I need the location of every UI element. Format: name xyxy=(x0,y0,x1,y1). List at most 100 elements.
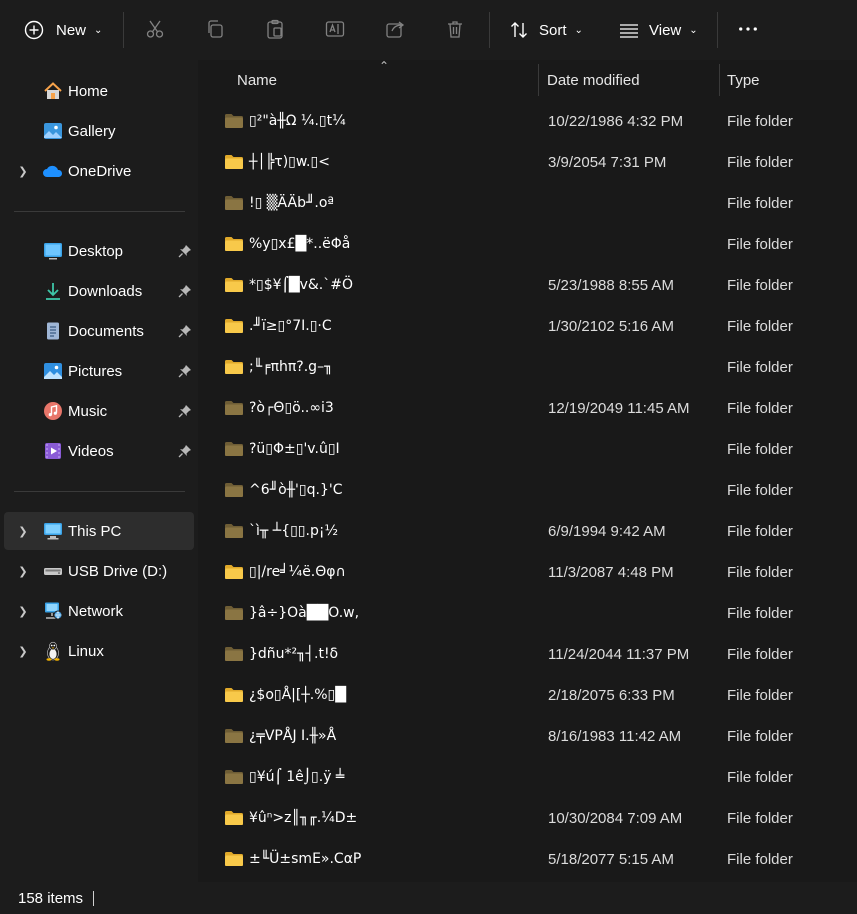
sidebar-item-label: Desktop xyxy=(68,242,124,260)
table-row[interactable]: .╜ï≥▯°7I.▯·C 1/30/2102 5:16 AM File folder xyxy=(198,306,857,347)
pin-icon[interactable] xyxy=(178,284,192,298)
file-type: File folder xyxy=(727,236,793,253)
folder-icon xyxy=(224,318,244,334)
table-row[interactable]: `ì╥ ┴{▯▯.p¡½ 6/9/1994 9:42 AM File folder xyxy=(198,511,857,552)
more-icon[interactable] xyxy=(738,19,758,39)
table-row[interactable]: ±╙Ü±smE».CαP 5/18/2077 5:15 AM File folder xyxy=(198,839,857,880)
file-name: }dñu*²╖┤.t!δ xyxy=(249,646,339,662)
sort-icon xyxy=(509,20,529,40)
table-row[interactable]: }â÷}Oà██O.w, File folder xyxy=(198,593,857,634)
table-row[interactable]: *▯$¥⌠█v&.`#Ö 5/23/1988 8:55 AM File folder xyxy=(198,265,857,306)
sidebar-item-pictures[interactable]: Pictures xyxy=(4,353,194,389)
sidebar-item-documents[interactable]: Documents xyxy=(4,313,194,349)
file-name: ±╙Ü±smE».CαP xyxy=(249,851,362,867)
sidebar-item-videos[interactable]: Videos xyxy=(4,433,194,469)
sidebar-item-onedrive[interactable]: ❯ OneDrive xyxy=(4,153,194,189)
folder-icon xyxy=(224,523,244,539)
sidebar-item-usb-drive[interactable]: ❯ USB Drive (D:) xyxy=(4,553,194,589)
table-row[interactable]: ▯|/re╛¼ë.Θφ∩ 11/3/2087 4:48 PM File folder xyxy=(198,552,857,593)
cut-icon[interactable] xyxy=(145,19,165,39)
file-type: File folder xyxy=(727,277,793,294)
table-row[interactable]: ▯¥ú⌠ 1ê⌡▯.ÿ ╧ File folder xyxy=(198,757,857,798)
command-bar: New ⌄ Sort ⌄ View ⌄ xyxy=(0,0,857,60)
column-header-date-modified[interactable]: Date modified xyxy=(547,60,717,100)
status-divider xyxy=(93,891,94,906)
sidebar-item-downloads[interactable]: Downloads xyxy=(4,273,194,309)
pin-icon[interactable] xyxy=(178,244,192,258)
folder-icon xyxy=(224,113,244,129)
usb-drive-icon xyxy=(42,560,64,582)
sidebar-divider xyxy=(14,491,185,492)
table-row[interactable]: !▯ ▒ÄÄb╜.oª File folder xyxy=(198,183,857,224)
file-type: File folder xyxy=(727,564,793,581)
chevron-right-icon[interactable]: ❯ xyxy=(18,606,28,618)
chevron-right-icon[interactable]: ❯ xyxy=(18,166,28,178)
sidebar-item-label: Documents xyxy=(68,322,144,340)
table-row[interactable]: ▯²"à╫Ω ¼.▯t¼ 10/22/1986 4:32 PM File folde… xyxy=(198,101,857,142)
file-type: File folder xyxy=(727,769,793,786)
column-header-label: Type xyxy=(727,71,760,89)
file-date-modified: 5/18/2077 5:15 AM xyxy=(548,851,674,868)
column-header-label: Date modified xyxy=(547,71,640,89)
folder-icon xyxy=(224,236,244,252)
folder-icon xyxy=(224,810,244,826)
table-row[interactable]: ¥ûⁿ>z║╖╓.¼D± 10/30/2084 7:09 AM File folde… xyxy=(198,798,857,839)
sort-button[interactable]: Sort ⌄ xyxy=(509,10,583,50)
chevron-right-icon[interactable]: ❯ xyxy=(18,646,28,658)
sidebar-item-home[interactable]: Home xyxy=(4,73,194,109)
pin-icon[interactable] xyxy=(178,324,192,338)
file-date-modified: 10/22/1986 4:32 PM xyxy=(548,113,684,130)
sidebar-item-label: Pictures xyxy=(68,362,123,380)
file-type: File folder xyxy=(727,400,793,417)
table-row[interactable]: }dñu*²╖┤.t!δ 11/24/2044 11:37 PM File fold… xyxy=(198,634,857,675)
file-type: File folder xyxy=(727,359,793,376)
pin-icon[interactable] xyxy=(178,444,192,458)
table-row[interactable]: %y▯x£█*..ëΦå File folder xyxy=(198,224,857,265)
copy-icon[interactable] xyxy=(205,19,225,39)
view-button[interactable]: View ⌄ xyxy=(619,10,698,50)
table-row[interactable]: ┼│╠τ)▯w.▯< 3/9/2054 7:31 PM File folder xyxy=(198,142,857,183)
paste-icon[interactable] xyxy=(265,19,285,39)
table-row[interactable]: ;╙╒πhπ?.g–╖ File folder xyxy=(198,347,857,388)
file-type: File folder xyxy=(727,441,793,458)
pin-icon[interactable] xyxy=(178,364,192,378)
gallery-icon xyxy=(42,120,64,142)
file-type: File folder xyxy=(727,195,793,212)
column-divider[interactable] xyxy=(719,64,720,96)
music-icon xyxy=(42,400,64,422)
table-row[interactable]: ¿╤VPÅJ I.╫»Å 8/16/1983 11:42 AM File folde… xyxy=(198,716,857,757)
file-date-modified: 10/30/2084 7:09 AM xyxy=(548,810,683,827)
sidebar-item-linux[interactable]: ❯ Linux xyxy=(4,633,194,669)
table-row[interactable]: ^6╜ò╫'▯q.}'C File folder xyxy=(198,470,857,511)
chevron-right-icon[interactable]: ❯ xyxy=(18,526,28,538)
sidebar-item-desktop[interactable]: Desktop xyxy=(4,233,194,269)
column-divider[interactable] xyxy=(538,64,539,96)
sidebar-item-gallery[interactable]: Gallery xyxy=(4,113,194,149)
plus-circle-icon xyxy=(24,20,44,40)
new-button[interactable]: New ⌄ xyxy=(24,10,102,50)
toolbar-divider xyxy=(489,12,490,48)
folder-icon xyxy=(224,851,244,867)
pin-icon[interactable] xyxy=(178,404,192,418)
sidebar-item-this-pc[interactable]: ❯ This PC xyxy=(4,512,194,550)
delete-icon[interactable] xyxy=(445,19,465,39)
file-name: *▯$¥⌠█v&.`#Ö xyxy=(249,277,353,293)
file-name: ^6╜ò╫'▯q.}'C xyxy=(249,482,343,498)
folder-icon xyxy=(224,154,244,170)
table-row[interactable]: ?ò┌Θ▯ö..∞i3 12/19/2049 11:45 AM File folde… xyxy=(198,388,857,429)
file-date-modified: 6/9/1994 9:42 AM xyxy=(548,523,666,540)
share-icon[interactable] xyxy=(385,19,405,39)
folder-icon xyxy=(224,646,244,662)
rename-icon[interactable] xyxy=(325,19,345,39)
sidebar-item-network[interactable]: ❯ Network xyxy=(4,593,194,629)
chevron-down-icon: ⌄ xyxy=(574,24,583,36)
table-row[interactable]: ?ü▯Φ±▯'v.û▯I File folder xyxy=(198,429,857,470)
chevron-right-icon[interactable]: ❯ xyxy=(18,566,28,578)
file-name: ▯²"à╫Ω ¼.▯t¼ xyxy=(249,113,346,129)
new-label: New xyxy=(56,21,87,39)
column-header-type[interactable]: Type xyxy=(727,60,847,100)
table-row[interactable]: ¿$o▯Å|[┼.%▯█ 2/18/2075 6:33 PM File folder xyxy=(198,675,857,716)
file-name: ;╙╒πhπ?.g–╖ xyxy=(249,359,333,375)
sidebar-item-music[interactable]: Music xyxy=(4,393,194,429)
folder-icon xyxy=(224,605,244,621)
